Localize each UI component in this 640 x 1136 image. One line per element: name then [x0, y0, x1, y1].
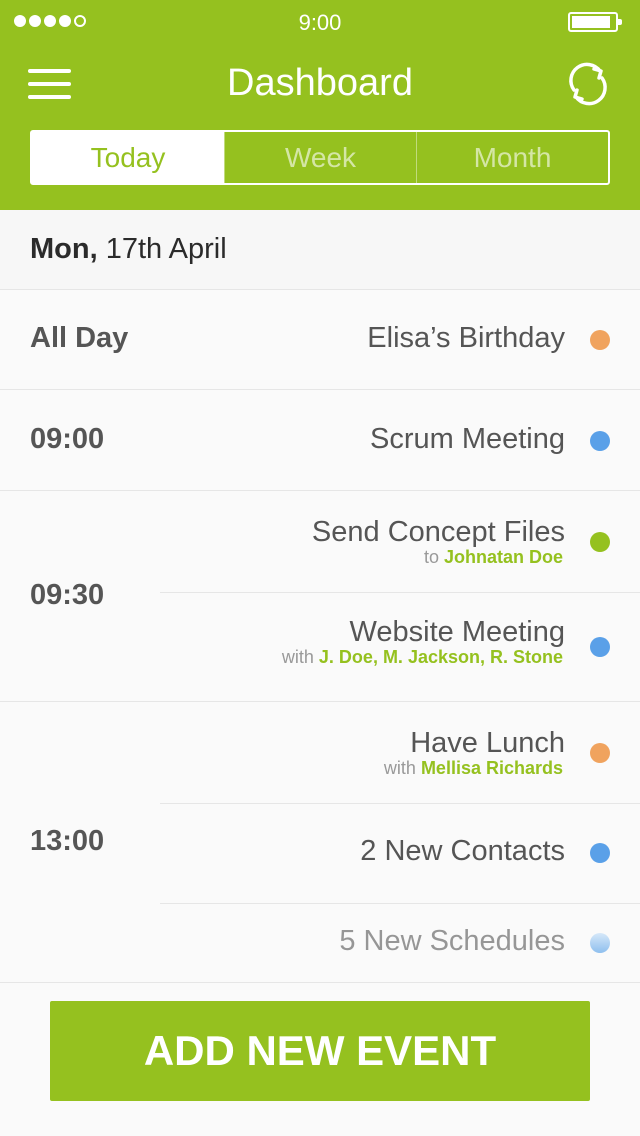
event-color-dot — [590, 431, 610, 451]
status-bar: 9:00 — [0, 0, 640, 44]
status-time: 9:00 — [298, 10, 342, 35]
group-divider — [0, 982, 640, 983]
participants-names[interactable]: Mellisa Richards — [421, 758, 563, 778]
event-item[interactable]: Send Concept Files to Johnatan Doe — [312, 516, 565, 568]
refresh-icon[interactable] — [564, 60, 612, 108]
group-divider — [0, 490, 640, 491]
tab-month[interactable]: Month — [417, 132, 608, 183]
participants-prefix: with — [281, 647, 314, 667]
event-item[interactable]: Elisa’s Birthday — [367, 322, 565, 355]
participants-names[interactable]: Johnatan Doe — [444, 547, 563, 567]
date-weekday: Mon, — [30, 233, 98, 265]
add-new-event-button[interactable]: ADD NEW EVENT — [50, 1001, 590, 1101]
time-label: 13:00 — [30, 825, 105, 857]
participants-prefix: with — [383, 758, 416, 778]
participants-prefix: to — [423, 547, 439, 567]
event-color-dot — [590, 330, 610, 350]
battery-icon — [568, 12, 622, 32]
current-date: Mon, 17th April — [30, 233, 227, 266]
event-item[interactable]: 5 New Schedules — [339, 925, 565, 958]
group-divider — [0, 389, 640, 390]
event-color-dot — [590, 532, 610, 552]
event-title: Send Concept Files — [311, 516, 565, 548]
event-item[interactable]: Have Lunch with Mellisa Richards — [384, 727, 565, 779]
event-divider — [160, 903, 640, 904]
time-label: All Day — [30, 322, 129, 354]
event-color-dot — [590, 743, 610, 763]
participants-names[interactable]: J. Doe, M. Jackson, R. Stone — [319, 647, 563, 667]
event-title: Have Lunch — [410, 727, 565, 759]
event-title: Scrum Meeting — [369, 423, 565, 455]
event-participants: to Johnatan Doe — [312, 547, 563, 568]
event-participants: with Mellisa Richards — [384, 758, 563, 779]
event-title: Elisa’s Birthday — [367, 322, 565, 354]
schedule-group: 09:00 Scrum Meeting — [0, 391, 640, 491]
event-color-dot — [590, 843, 610, 863]
event-divider — [160, 803, 640, 804]
schedule-group: 13:00 Have Lunch with Mellisa Richards 2 Ne… — [0, 703, 640, 983]
event-divider — [160, 592, 640, 593]
event-item[interactable]: Website Meeting with J. Doe, M. Jackson, … — [282, 616, 565, 668]
schedule-group: 09:30 Send Concept Files to Johnatan Doe We… — [0, 492, 640, 702]
event-color-dot — [590, 637, 610, 657]
time-label: 09:00 — [30, 423, 105, 455]
event-color-dot — [590, 933, 610, 953]
date-header: Mon, 17th April — [0, 210, 640, 290]
event-participants: with J. Doe, M. Jackson, R. Stone — [282, 647, 563, 668]
page-title: Dashboard — [227, 62, 413, 104]
period-tabs: Today Week Month — [30, 130, 610, 185]
event-title: 5 New Schedules — [339, 925, 565, 957]
tab-today[interactable]: Today — [32, 132, 224, 183]
group-divider — [0, 701, 640, 702]
schedule-group: All Day Elisa’s Birthday — [0, 290, 640, 390]
date-day-month: 17th April — [105, 233, 227, 265]
event-title: Website Meeting — [349, 616, 565, 648]
event-item[interactable]: Scrum Meeting — [370, 423, 565, 456]
tab-week[interactable]: Week — [224, 132, 417, 183]
event-item[interactable]: 2 New Contacts — [360, 835, 565, 868]
event-title: 2 New Contacts — [360, 835, 565, 867]
app-header: 9:00 Dashboard Today Week Month — [0, 0, 640, 210]
time-label: 09:30 — [30, 579, 105, 611]
